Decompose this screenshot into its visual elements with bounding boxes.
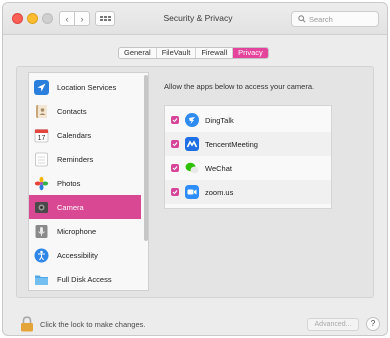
lock-instruction: Click the lock to make changes. bbox=[40, 320, 146, 329]
chevron-left-icon: ‹ bbox=[65, 13, 69, 24]
app-checkbox[interactable] bbox=[171, 164, 179, 172]
show-all-button[interactable] bbox=[95, 11, 115, 26]
window-title: Security & Privacy bbox=[163, 13, 233, 23]
dingtalk-icon bbox=[185, 113, 199, 127]
app-checkbox[interactable] bbox=[171, 116, 179, 124]
tab-bar: General FileVault Firewall Privacy bbox=[118, 47, 269, 59]
app-row-dingtalk: DingTalk bbox=[165, 108, 331, 132]
close-window-button[interactable] bbox=[12, 13, 23, 24]
minimize-window-button[interactable] bbox=[27, 13, 38, 24]
camera-access-prompt: Allow the apps below to access your came… bbox=[164, 82, 315, 91]
checkmark-icon bbox=[172, 190, 178, 195]
folder-icon bbox=[34, 272, 49, 287]
tencent-meeting-icon bbox=[185, 137, 199, 151]
sidebar-item-label: Camera bbox=[57, 202, 84, 212]
search-field[interactable]: Search bbox=[291, 11, 379, 27]
sidebar-item-label: Microphone bbox=[57, 226, 97, 236]
app-name: zoom.us bbox=[205, 187, 234, 197]
camera-apps-list: DingTalk TencentMeeting WeChat zoom.us bbox=[164, 105, 332, 209]
microphone-icon bbox=[34, 224, 49, 239]
title-bar: ‹ › Security & Privacy Search bbox=[3, 3, 387, 35]
grid-icon bbox=[99, 16, 111, 21]
zoom-icon bbox=[185, 185, 199, 199]
sidebar-item-accessibility[interactable]: Accessibility bbox=[29, 243, 141, 267]
checkmark-icon bbox=[172, 142, 178, 147]
sidebar-item-label: Accessibility bbox=[57, 250, 98, 260]
camera-icon bbox=[34, 200, 49, 215]
search-icon bbox=[298, 15, 306, 23]
app-checkbox[interactable] bbox=[171, 188, 179, 196]
lock-button[interactable] bbox=[20, 316, 34, 334]
privacy-category-list: Location Services Contacts 17 Calendars … bbox=[28, 72, 149, 291]
zoom-window-button[interactable] bbox=[42, 13, 53, 24]
tab-filevault[interactable]: FileVault bbox=[157, 48, 197, 58]
sidebar-item-label: Reminders bbox=[57, 154, 94, 164]
checkmark-icon bbox=[172, 166, 178, 171]
sidebar-item-reminders[interactable]: Reminders bbox=[29, 147, 141, 171]
reminders-list-icon bbox=[34, 152, 49, 167]
tab-privacy[interactable]: Privacy bbox=[233, 48, 268, 58]
sidebar-item-full-disk-access[interactable]: Full Disk Access bbox=[29, 267, 141, 291]
sidebar-item-label: Contacts bbox=[57, 106, 87, 116]
calendar-icon: 17 bbox=[34, 128, 49, 143]
tab-general[interactable]: General bbox=[119, 48, 157, 58]
contacts-book-icon bbox=[34, 104, 49, 119]
tab-firewall[interactable]: Firewall bbox=[196, 48, 234, 58]
app-name: DingTalk bbox=[205, 115, 234, 125]
sidebar-item-camera[interactable]: Camera bbox=[29, 195, 141, 219]
sidebar-item-label: Location Services bbox=[57, 82, 117, 92]
checkmark-icon bbox=[172, 118, 178, 123]
help-button[interactable]: ? bbox=[366, 317, 380, 331]
app-name: WeChat bbox=[205, 163, 232, 173]
sidebar-item-photos[interactable]: Photos bbox=[29, 171, 141, 195]
location-arrow-icon bbox=[34, 79, 49, 95]
sidebar-item-microphone[interactable]: Microphone bbox=[29, 219, 141, 243]
sidebar-item-label: Calendars bbox=[57, 130, 92, 140]
forward-button[interactable]: › bbox=[74, 11, 90, 26]
sidebar-item-calendars[interactable]: 17 Calendars bbox=[29, 123, 141, 147]
sidebar-item-contacts[interactable]: Contacts bbox=[29, 99, 141, 123]
app-row-tencentmeeting: TencentMeeting bbox=[165, 132, 331, 156]
app-row-zoom: zoom.us bbox=[165, 180, 331, 204]
app-checkbox[interactable] bbox=[171, 140, 179, 148]
back-button[interactable]: ‹ bbox=[59, 11, 75, 26]
app-name: TencentMeeting bbox=[205, 139, 258, 149]
lock-icon bbox=[21, 316, 33, 332]
svg-text:17: 17 bbox=[38, 135, 46, 142]
sidebar-item-location-services[interactable]: Location Services bbox=[29, 75, 141, 99]
search-placeholder: Search bbox=[309, 14, 333, 24]
sidebar-scrollbar[interactable] bbox=[144, 75, 148, 241]
app-row-wechat: WeChat bbox=[165, 156, 331, 180]
photos-flower-icon bbox=[34, 176, 49, 191]
advanced-button[interactable]: Advanced... bbox=[307, 318, 359, 331]
wechat-icon bbox=[185, 161, 199, 175]
sidebar-item-label: Photos bbox=[57, 178, 81, 188]
sidebar-item-label: Full Disk Access bbox=[57, 274, 112, 284]
accessibility-icon bbox=[34, 248, 49, 263]
chevron-right-icon: › bbox=[80, 13, 84, 24]
